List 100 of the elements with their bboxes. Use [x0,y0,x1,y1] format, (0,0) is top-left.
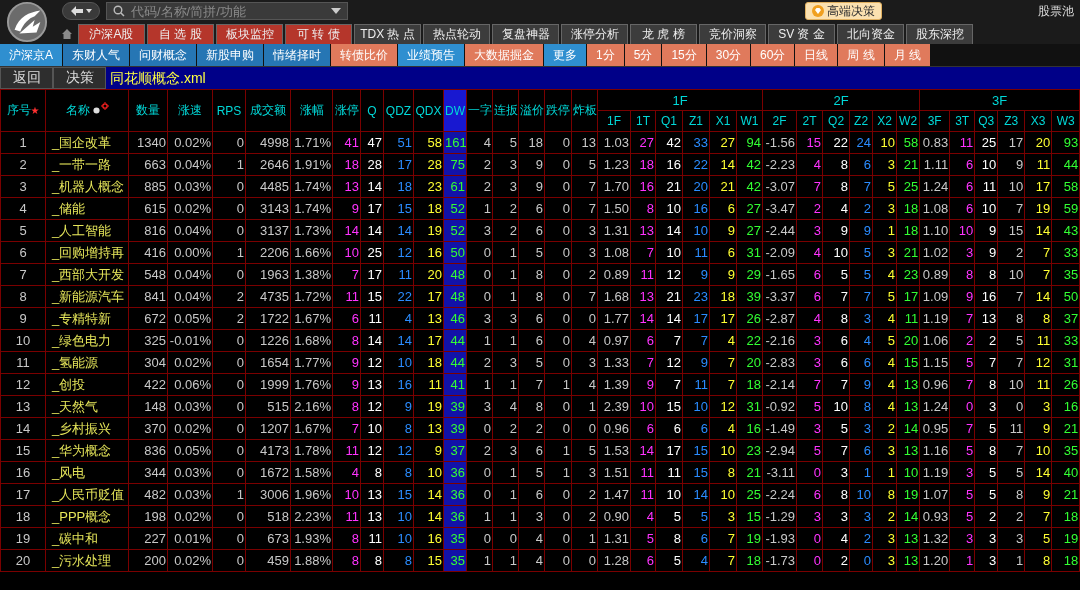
back-button[interactable] [62,2,100,20]
nav-tab[interactable]: 竞价洞察 [699,24,766,44]
table-cell: 3 [849,505,873,528]
table-cell: 6 [796,263,823,286]
caret-icon[interactable] [331,8,341,14]
column-header[interactable]: Z2 [849,110,873,132]
nav-button[interactable]: 决策 [53,67,106,89]
table-cell: 8 [518,263,545,286]
column-header[interactable]: X1 [709,110,737,132]
table-cell: 1.76% [290,373,333,396]
sub-tab[interactable]: 问财概念 [130,44,197,66]
table-cell: 1.32 [919,527,950,550]
column-header[interactable]: W2 [896,110,920,132]
nav-tab[interactable]: 复盘神器 [492,24,559,44]
search-field[interactable]: 代码/名称/简拼/功能 [106,2,348,20]
table-cell: 8 [383,461,414,484]
table-cell: 9 [849,373,873,396]
nav-tab[interactable]: 沪深A股 [78,24,145,44]
table-cell: 10 [896,461,920,484]
nav-tab[interactable]: 板块监控 [216,24,283,44]
table-cell: 2 [212,285,246,308]
table-cell: 11 [360,527,384,550]
nav-tab[interactable]: 涨停分析 [561,24,628,44]
table-cell: 548 [128,263,168,286]
nav-tab[interactable]: 龙 虎 榜 [630,24,697,44]
column-header[interactable]: 成交额 [245,89,291,132]
table-cell: 7 [849,285,873,308]
column-header[interactable]: 序号★ [0,89,46,132]
column-header[interactable]: Q3 [974,110,998,132]
premium-button[interactable]: 高端决策 [805,2,882,20]
nav-button[interactable]: 返回 [0,67,53,89]
column-header[interactable]: 涨速 [167,89,213,132]
table-cell: -1.73 [762,549,797,572]
table-cell: 1 [466,197,493,220]
column-header[interactable]: 一字 [466,89,493,132]
column-header[interactable]: Q1 [655,110,683,132]
column-header[interactable]: Q [360,89,384,132]
column-header[interactable]: X2 [872,110,897,132]
sub-tab[interactable]: 东财人气 [63,44,130,66]
column-header[interactable]: 数量 [128,89,168,132]
column-header[interactable]: 溢价 [518,89,545,132]
table-cell: 1672 [245,461,291,484]
table-cell: 4 [822,197,850,220]
table-cell: 14 [1024,461,1052,484]
column-header[interactable]: 3F [919,110,950,132]
column-header[interactable]: W1 [736,110,763,132]
table-cell: 1.16 [919,439,950,462]
column-header[interactable]: 1F [597,110,631,132]
stock-pool-link[interactable]: 股票池 [1038,2,1074,20]
column-header[interactable]: QDX [413,89,444,132]
column-header[interactable]: X3 [1024,110,1052,132]
sub-tab[interactable]: 业绩预告 [398,44,465,66]
column-header[interactable]: Z1 [682,110,710,132]
table-cell: 3143 [245,197,291,220]
column-header[interactable]: 涨停 [332,89,361,132]
sub-tab[interactable]: 沪深京A [0,44,63,66]
column-header[interactable]: 1T [630,110,656,132]
table-cell: 14 [709,153,737,176]
nav-tab[interactable]: 股东深挖 [906,24,973,44]
table-cell: 3006 [245,483,291,506]
column-header[interactable]: 炸板 [571,89,598,132]
table-cell: 14 [360,219,384,242]
nav-tab[interactable]: 可 转 债 [285,24,352,44]
column-header[interactable]: Q2 [822,110,850,132]
column-header[interactable]: 涨幅 [290,89,333,132]
table-cell: 35 [1051,263,1080,286]
table-cell: 1.20 [919,549,950,572]
table-cell: 8 [709,461,737,484]
column-header[interactable]: 连扳 [492,89,519,132]
table-cell: 47 [360,131,384,154]
table-cell: _人工智能 [45,219,129,242]
nav-tab[interactable]: 北向资金 [837,24,904,44]
table-cell: 6 [796,285,823,308]
table-cell: _氢能源 [45,351,129,374]
nav-tab[interactable]: 自 选 股 [147,24,214,44]
nav-tab[interactable]: 热点轮动 [423,24,490,44]
table-cell: 14 [332,219,361,242]
column-header[interactable]: QDZ [383,89,414,132]
column-header[interactable]: 3T [949,110,975,132]
column-header[interactable]: 跌停 [544,89,572,132]
nav-tab[interactable]: TDX 热 点 [354,24,421,44]
table-cell: 6 [682,417,710,440]
table-cell: 3 [571,351,598,374]
table-cell: 14 [0,417,46,440]
table-cell: 0.97 [597,329,631,352]
table-cell: 2 [466,439,493,462]
nav-tab[interactable]: SV 资 金 [768,24,835,44]
table-cell: 0 [212,395,246,418]
sub-tab[interactable]: 新股申购 [197,44,264,66]
table-cell: 6 [518,483,545,506]
sub-tab[interactable]: 情绪择时 [264,44,331,66]
column-header[interactable]: 名称 [45,89,129,132]
sub-tab[interactable]: 更多 [544,44,587,66]
column-header[interactable]: DW [443,89,467,132]
column-header[interactable]: 2T [796,110,823,132]
column-header[interactable]: 2F [762,110,797,132]
table-cell: 14 [413,505,444,528]
column-header[interactable]: Z3 [997,110,1025,132]
home-icon[interactable] [61,28,73,40]
column-header[interactable]: RPS [212,89,246,132]
